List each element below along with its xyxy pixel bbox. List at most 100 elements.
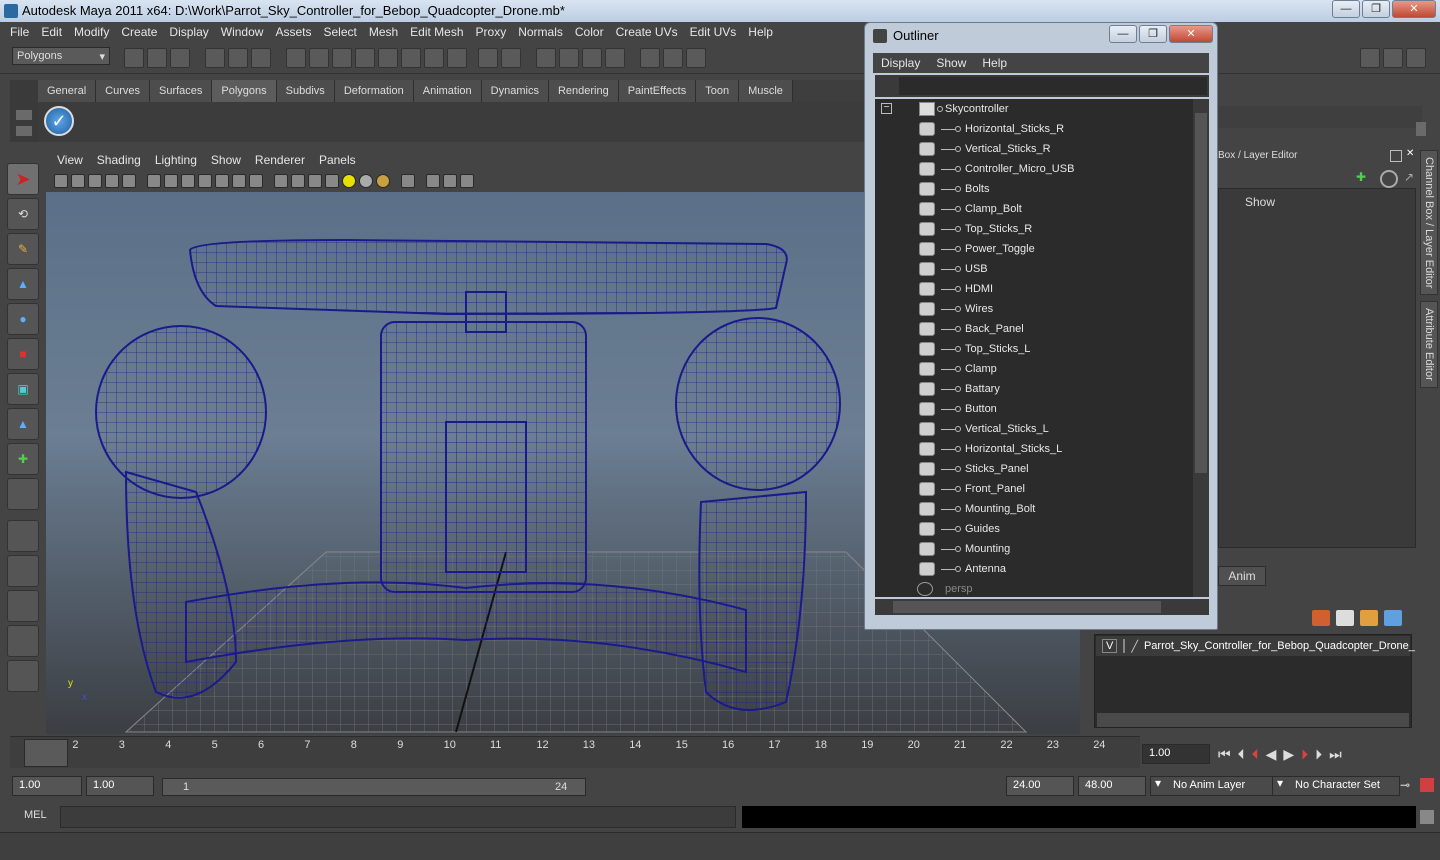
outliner-item[interactable]: Antenna <box>875 559 1193 579</box>
animation-end-field[interactable]: 48.00 <box>1078 776 1146 796</box>
toggle-panel-icon[interactable] <box>663 48 683 68</box>
outliner-item[interactable]: Bolts <box>875 179 1193 199</box>
snap-plane-icon[interactable] <box>355 48 375 68</box>
outliner-item[interactable]: Top_Sticks_R <box>875 219 1193 239</box>
outliner-item[interactable]: Top_Sticks_L <box>875 339 1193 359</box>
select-hierarchy-icon[interactable] <box>205 48 225 68</box>
layer-move-up-icon[interactable] <box>1312 610 1330 626</box>
universal-manipulator-icon[interactable]: ▣ <box>7 373 39 405</box>
safe-action-icon[interactable] <box>232 174 246 188</box>
smooth-shade-icon[interactable] <box>291 174 305 188</box>
select-object-icon[interactable] <box>228 48 248 68</box>
hypershade-icon[interactable] <box>605 48 625 68</box>
outliner-item[interactable]: Horizontal_Sticks_L <box>875 439 1193 459</box>
render-icon[interactable] <box>424 48 444 68</box>
shelf-menu-icon[interactable] <box>16 110 32 120</box>
outliner-item[interactable]: Clamp <box>875 359 1193 379</box>
mel-input[interactable] <box>60 806 736 828</box>
shelf-tab-painteffects[interactable]: PaintEffects <box>618 80 697 102</box>
input-line-icon[interactable] <box>640 48 660 68</box>
outliner-filter-input[interactable] <box>899 77 1207 95</box>
outliner-item[interactable]: Front_Panel <box>875 479 1193 499</box>
viewport-menu-renderer[interactable]: Renderer <box>248 153 312 167</box>
anim-layer-dropdown[interactable]: ▾ No Anim Layer <box>1150 776 1288 796</box>
new-layer-icon[interactable] <box>1360 610 1378 626</box>
snap-grid-icon[interactable] <box>286 48 306 68</box>
menu-window[interactable]: Window <box>215 25 270 39</box>
render-frame-icon[interactable] <box>536 48 556 68</box>
close-panel-icon[interactable]: ✕ <box>1406 148 1414 159</box>
shadows-icon[interactable] <box>376 174 390 188</box>
history-icon[interactable] <box>401 48 421 68</box>
layer-tab-anim[interactable]: Anim <box>1218 566 1266 586</box>
outliner-scroll-thumb[interactable] <box>1195 113 1207 473</box>
new-scene-icon[interactable] <box>124 48 144 68</box>
menu-create-uvs[interactable]: Create UVs <box>610 25 684 39</box>
last-tool-icon[interactable] <box>7 478 39 510</box>
outliner-item[interactable]: Horizontal_Sticks_R <box>875 119 1193 139</box>
persp-graph-layout-icon[interactable] <box>7 625 39 657</box>
viewport-menu-view[interactable]: View <box>50 153 90 167</box>
channel-box-layer-editor-tab[interactable]: Channel Box / Layer Editor <box>1420 150 1438 296</box>
menu-proxy[interactable]: Proxy <box>470 25 513 39</box>
shelf-tab-deformation[interactable]: Deformation <box>334 80 414 102</box>
play-backwards-icon[interactable]: ◀ <box>1266 746 1277 763</box>
outliner-minimize-button[interactable]: — <box>1109 25 1137 43</box>
lasso-tool-icon[interactable]: ⟲ <box>7 198 39 230</box>
persp-outliner-layout-icon[interactable] <box>7 590 39 622</box>
layer-playback-toggle[interactable] <box>1123 639 1126 653</box>
shelf-tab-curves[interactable]: Curves <box>96 80 150 102</box>
attribute-editor-tab[interactable]: Attribute Editor <box>1420 301 1438 389</box>
isolate-select-icon[interactable] <box>401 174 415 188</box>
shelf-tab-surfaces[interactable]: Surfaces <box>149 80 213 102</box>
shelf-tab-rendering[interactable]: Rendering <box>548 80 619 102</box>
outliner-item[interactable]: Vertical_Sticks_L <box>875 419 1193 439</box>
bookmark-icon[interactable] <box>88 174 102 188</box>
gate-mask-icon[interactable] <box>198 174 212 188</box>
outliner-item[interactable]: Button <box>875 399 1193 419</box>
rotate-tool-icon[interactable]: ● <box>7 303 39 335</box>
shelf-tab-dynamics[interactable]: Dynamics <box>481 80 549 102</box>
image-plane-icon[interactable] <box>105 174 119 188</box>
shelf-tab-polygons[interactable]: Polygons <box>212 80 277 102</box>
channel-box-toggle-icon[interactable] <box>1360 48 1380 68</box>
select-tool-icon[interactable]: ➤ <box>7 163 39 195</box>
xray-icon[interactable] <box>426 174 440 188</box>
menu-assets[interactable]: Assets <box>269 25 317 39</box>
layer-move-down-icon[interactable] <box>1336 610 1354 626</box>
menu-file[interactable]: File <box>4 25 35 39</box>
hypergraph-layout-icon[interactable] <box>7 660 39 692</box>
current-frame-field[interactable]: 1.00 <box>1142 744 1210 764</box>
outliner-item[interactable]: Vertical_Sticks_R <box>875 139 1193 159</box>
shelf-editor-icon[interactable] <box>16 126 32 136</box>
outliner-item[interactable]: Back_Panel <box>875 319 1193 339</box>
new-layer-selected-icon[interactable] <box>1384 610 1402 626</box>
open-scene-icon[interactable] <box>147 48 167 68</box>
outliner-item[interactable]: Battary <box>875 379 1193 399</box>
viewport-menu-panels[interactable]: Panels <box>312 153 363 167</box>
outliner-restore-button[interactable]: ❐ <box>1139 25 1167 43</box>
menu-help[interactable]: Help <box>742 25 779 39</box>
close-button[interactable]: ✕ <box>1392 0 1436 18</box>
current-time-marker[interactable] <box>24 739 68 767</box>
go-to-start-icon[interactable]: ⏮ <box>1218 746 1231 763</box>
camera-select-icon[interactable] <box>54 174 68 188</box>
attribute-editor-icon[interactable] <box>686 48 706 68</box>
key-icon[interactable]: ⊸ <box>1400 778 1410 792</box>
viewport-menu-lighting[interactable]: Lighting <box>148 153 204 167</box>
channel-box-show-menu[interactable]: Show <box>1245 195 1275 209</box>
outliner-item[interactable]: Clamp_Bolt <box>875 199 1193 219</box>
outliner-menu-display[interactable]: Display <box>873 56 928 70</box>
grid-icon[interactable] <box>147 174 161 188</box>
menu-select[interactable]: Select <box>317 25 362 39</box>
outliner-item[interactable]: Mounting_Bolt <box>875 499 1193 519</box>
checkmark-icon[interactable]: ✓ <box>44 106 74 136</box>
minimize-button[interactable]: — <box>1332 0 1360 18</box>
shelf-tab-muscle[interactable]: Muscle <box>739 80 793 102</box>
four-view-layout-icon[interactable] <box>7 555 39 587</box>
help-icon[interactable] <box>447 48 467 68</box>
menu-color[interactable]: Color <box>569 25 610 39</box>
character-set-dropdown[interactable]: ▾ No Character Set <box>1272 776 1400 796</box>
shelf-tab-toon[interactable]: Toon <box>696 80 740 102</box>
range-slider[interactable]: 1 24 <box>162 778 586 796</box>
